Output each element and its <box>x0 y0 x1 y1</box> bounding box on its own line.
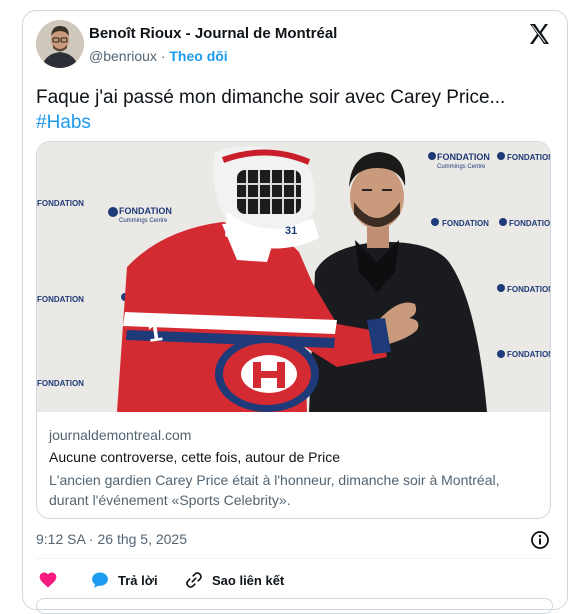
divider <box>36 558 551 559</box>
backdrop-logo-8: FONDATION <box>37 199 84 208</box>
backdrop-sub-1: Cummings Centre <box>119 218 168 224</box>
reply-bubble-icon <box>92 572 108 588</box>
tweet-timestamp[interactable]: 9:12 SA · 26 thg 5, 2025 <box>36 531 187 547</box>
mask-number: 31 <box>285 225 297 237</box>
heart-icon <box>39 572 57 588</box>
backdrop-logo-7: FONDATION <box>507 350 551 359</box>
like-button[interactable] <box>38 569 66 591</box>
backdrop-logo-4: FONDATION <box>507 153 551 162</box>
backdrop-logo-5: FONDATION <box>509 219 551 228</box>
reply-button[interactable]: Trả lời <box>90 569 158 591</box>
copy-link-label: Sao liên kết <box>212 572 285 588</box>
backdrop-logo-9: FONDATION <box>37 295 84 304</box>
tweet-body: Faque j'ai passé mon dimanche soir avec … <box>36 87 506 108</box>
link-card-photo: FONDATION Cummings Centre FONDATION Cumm… <box>37 142 551 412</box>
author-name[interactable]: Benoît Rioux - Journal de Montréal <box>89 25 337 42</box>
backdrop-logo-1: FONDATION <box>119 206 172 216</box>
separator-dot: · <box>160 48 166 64</box>
hashtag-link[interactable]: #Habs <box>36 110 556 135</box>
backdrop-logo-6: FONDATION <box>507 285 551 294</box>
author-handle-row: @benrioux · Theo dõi <box>89 48 228 64</box>
backdrop-logo-2: FONDATION <box>437 152 490 162</box>
link-icon <box>186 572 202 588</box>
follow-button[interactable]: Theo dõi <box>169 48 227 64</box>
link-title: Aucune controverse, cette fois, autour d… <box>49 449 341 465</box>
info-icon[interactable] <box>530 530 550 550</box>
backdrop-sub-2: Cummings Centre <box>437 164 486 170</box>
copy-link-button[interactable]: Sao liên kết <box>184 569 284 591</box>
reply-bar-edge[interactable] <box>36 598 553 614</box>
backdrop-logo-3: FONDATION <box>442 219 489 228</box>
link-domain: journaldemontreal.com <box>49 427 192 443</box>
reply-label: Trả lời <box>118 572 158 588</box>
tweet-text: Faque j'ai passé mon dimanche soir avec … <box>36 85 556 135</box>
backdrop-logo-10: FONDATION <box>37 379 84 388</box>
avatar[interactable] <box>36 20 84 68</box>
link-description: L'ancien gardien Carey Price était à l'h… <box>49 472 500 508</box>
x-logo-icon[interactable] <box>527 22 551 46</box>
link-card[interactable]: FONDATION Cummings Centre FONDATION Cumm… <box>36 141 551 519</box>
author-handle[interactable]: @benrioux <box>89 48 157 64</box>
